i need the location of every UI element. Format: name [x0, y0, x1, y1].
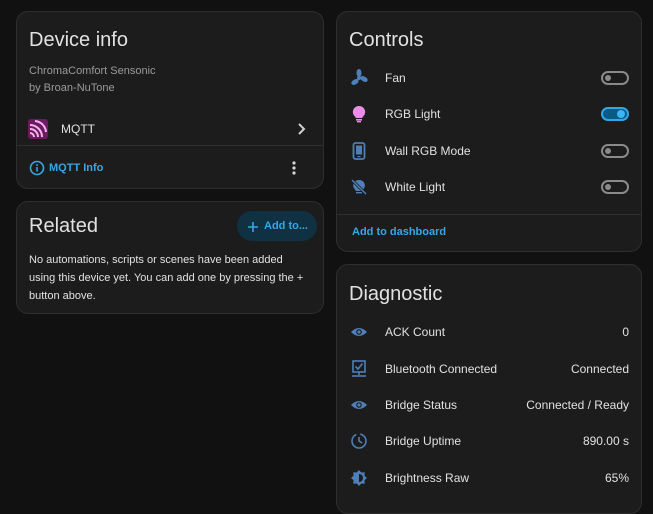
wall-rgb-mode-toggle[interactable] [601, 144, 629, 158]
diagnostic-label: Bridge Uptime [385, 434, 462, 448]
white-light-toggle[interactable] [601, 180, 629, 194]
related-card: Related Add to... No automations, script… [16, 201, 324, 314]
diagnostic-title: Diagnostic [349, 283, 443, 305]
diagnostic-label: Bluetooth Connected [385, 362, 498, 376]
diagnostic-row-bridge-uptime[interactable]: Bridge Uptime 890.00 s [337, 423, 641, 459]
eye-icon [349, 395, 369, 415]
control-row-rgb-light[interactable]: RGB Light [337, 96, 641, 132]
rgb-light-toggle[interactable] [601, 107, 629, 121]
diagnostic-label: Brightness Raw [385, 471, 470, 485]
diagnostic-row-bridge-status[interactable]: Bridge Status Connected / Ready [337, 387, 641, 423]
related-title: Related [29, 215, 98, 237]
control-label: Fan [385, 71, 406, 85]
diagnostic-label: Bridge Status [385, 398, 458, 412]
checkbox-connected-icon [349, 359, 369, 379]
diagnostic-value: 65% [604, 471, 629, 485]
integration-label: MQTT [61, 122, 95, 136]
diagnostic-value: 890.00 s [582, 434, 629, 448]
mqtt-info-label: MQTT Info [49, 162, 104, 174]
device-info-card: Device info ChromaComfort Sensonic by Br… [16, 11, 324, 189]
diagnostic-row-bluetooth-connected[interactable]: Bluetooth Connected Connected [337, 351, 641, 387]
mqtt-info-link[interactable]: MQTT Info [29, 159, 103, 177]
brightness-icon [349, 468, 369, 488]
controls-divider [337, 214, 641, 215]
device-info-title: Device info [29, 29, 128, 51]
diagnostic-card: Diagnostic ACK Count 0 Bluetooth Connect… [336, 264, 642, 514]
dots-vertical-icon [291, 161, 297, 180]
plus-icon [247, 220, 259, 232]
add-to-button[interactable]: Add to... [237, 211, 317, 241]
add-to-dashboard-link[interactable]: Add to dashboard [352, 226, 446, 238]
diagnostic-row-ack-count[interactable]: ACK Count 0 [337, 314, 641, 350]
tablet-icon [349, 141, 369, 161]
diagnostic-value: 0 [622, 325, 629, 339]
fan-icon [349, 68, 369, 88]
integration-row[interactable]: MQTT [17, 114, 323, 144]
toggle-knob [617, 110, 625, 118]
lightbulb-icon [349, 104, 369, 124]
control-row-white-light[interactable]: White Light [337, 169, 641, 205]
controls-card: Controls Fan RGB Light Wall RGB Mode Whi… [336, 11, 642, 252]
related-message: No automations, scripts or scenes have b… [29, 254, 304, 302]
control-row-wall-rgb-mode[interactable]: Wall RGB Mode [337, 133, 641, 169]
control-label: RGB Light [385, 107, 441, 121]
control-label: White Light [385, 180, 446, 194]
controls-title: Controls [349, 29, 424, 51]
clock-icon [349, 431, 369, 451]
add-to-label: Add to... [264, 220, 308, 232]
more-options-button[interactable] [291, 160, 297, 176]
eye-icon [349, 322, 369, 342]
fan-toggle[interactable] [601, 71, 629, 85]
device-info-divider [17, 145, 323, 146]
info-icon [29, 160, 45, 176]
control-label: Wall RGB Mode [385, 144, 471, 158]
diagnostic-value: Connected [570, 362, 629, 376]
lightbulb-off-icon [349, 177, 369, 197]
device-manufacturer: by Broan-NuTone [29, 82, 115, 94]
toggle-knob [605, 148, 611, 154]
diagnostic-row-brightness-raw[interactable]: Brightness Raw 65% [337, 460, 641, 496]
control-row-fan[interactable]: Fan [337, 60, 641, 96]
toggle-knob [605, 184, 611, 190]
toggle-knob [605, 75, 611, 81]
mqtt-icon [28, 119, 48, 139]
chevron-right-icon [297, 122, 307, 141]
diagnostic-value: Connected / Ready [526, 398, 629, 412]
device-model: ChromaComfort Sensonic [29, 65, 156, 77]
diagnostic-label: ACK Count [385, 325, 446, 339]
